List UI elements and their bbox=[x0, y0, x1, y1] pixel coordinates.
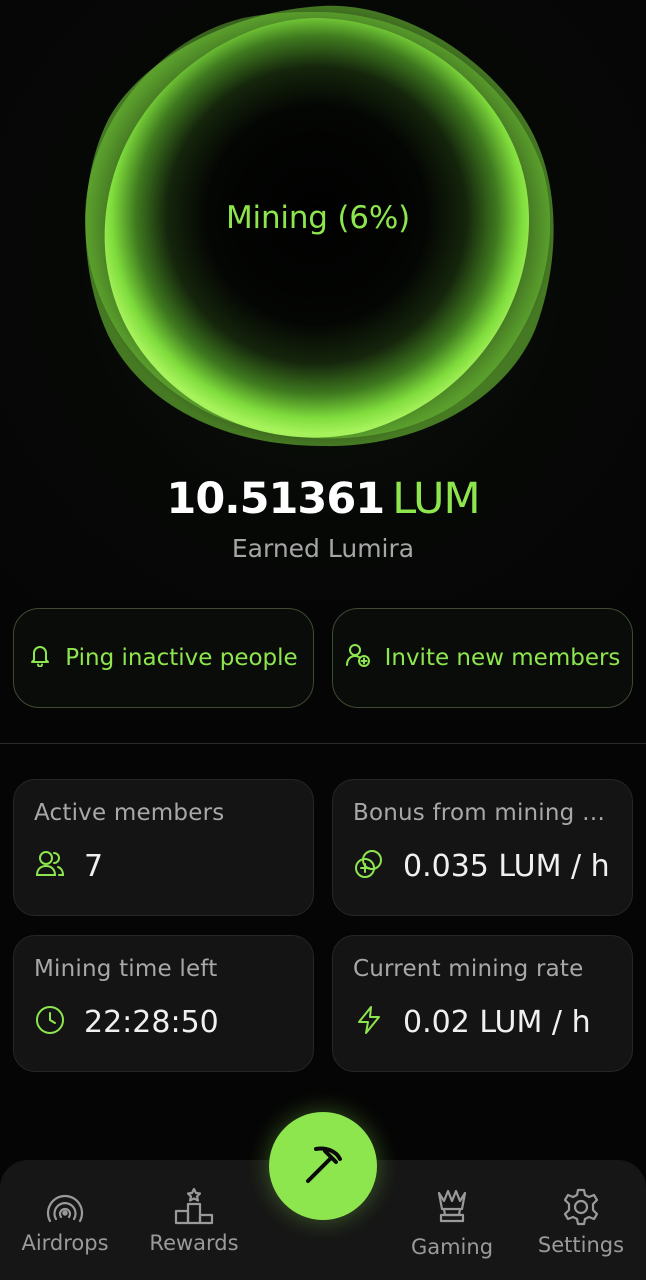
balance-amount: 10.51361 bbox=[166, 474, 385, 524]
clock-icon bbox=[34, 1004, 66, 1040]
mine-button[interactable] bbox=[269, 1112, 377, 1220]
nav-rewards-label: Rewards bbox=[149, 1231, 239, 1255]
invite-members-label: Invite new members bbox=[384, 645, 621, 671]
bonus-card[interactable]: Bonus from mining t... 0.035 LUM / h bbox=[332, 779, 633, 916]
nav-gaming-label: Gaming bbox=[410, 1235, 494, 1259]
nav-settings[interactable]: Settings bbox=[516, 1187, 646, 1257]
pickaxe-icon bbox=[298, 1139, 348, 1193]
lightning-icon bbox=[353, 1004, 385, 1040]
bell-icon bbox=[29, 643, 51, 673]
active-members-title: Active members bbox=[34, 800, 225, 826]
gear-icon bbox=[516, 1187, 646, 1227]
time-left-title: Mining time left bbox=[34, 956, 218, 982]
section-divider bbox=[0, 743, 646, 744]
nav-settings-label: Settings bbox=[537, 1233, 625, 1257]
broadcast-icon bbox=[0, 1187, 130, 1225]
mining-rate-title: Current mining rate bbox=[353, 956, 584, 982]
mining-status-label: Mining (6%) bbox=[226, 200, 410, 236]
mining-rate-value: 0.02 LUM / h bbox=[403, 1004, 591, 1040]
ping-inactive-button[interactable]: Ping inactive people bbox=[13, 608, 314, 708]
active-members-value: 7 bbox=[84, 848, 104, 884]
user-add-icon bbox=[345, 642, 371, 674]
nav-rewards[interactable]: Rewards bbox=[129, 1187, 259, 1255]
podium-icon bbox=[129, 1187, 259, 1225]
coins-icon bbox=[353, 848, 385, 884]
ping-inactive-label: Ping inactive people bbox=[65, 645, 298, 671]
time-left-card[interactable]: Mining time left 22:28:50 bbox=[13, 935, 314, 1072]
balance-display: 10.51361 LUM bbox=[0, 474, 646, 524]
bonus-title: Bonus from mining t... bbox=[353, 800, 612, 826]
mining-rate-card[interactable]: Current mining rate 0.02 LUM / h bbox=[332, 935, 633, 1072]
invite-members-button[interactable]: Invite new members bbox=[332, 608, 633, 708]
balance-caption: Earned Lumira bbox=[231, 534, 415, 563]
balance-unit: LUM bbox=[392, 474, 480, 524]
nav-gaming[interactable]: Gaming bbox=[387, 1187, 517, 1259]
nav-airdrops[interactable]: Airdrops bbox=[0, 1187, 130, 1255]
chess-queen-icon bbox=[387, 1187, 517, 1223]
time-left-value: 22:28:50 bbox=[84, 1004, 219, 1040]
nav-airdrops-label: Airdrops bbox=[21, 1231, 109, 1255]
bonus-value: 0.035 LUM / h bbox=[403, 848, 610, 884]
mining-orb[interactable]: Mining (6%) bbox=[73, 0, 563, 452]
active-members-card[interactable]: Active members 7 bbox=[13, 779, 314, 916]
users-icon bbox=[34, 848, 66, 884]
